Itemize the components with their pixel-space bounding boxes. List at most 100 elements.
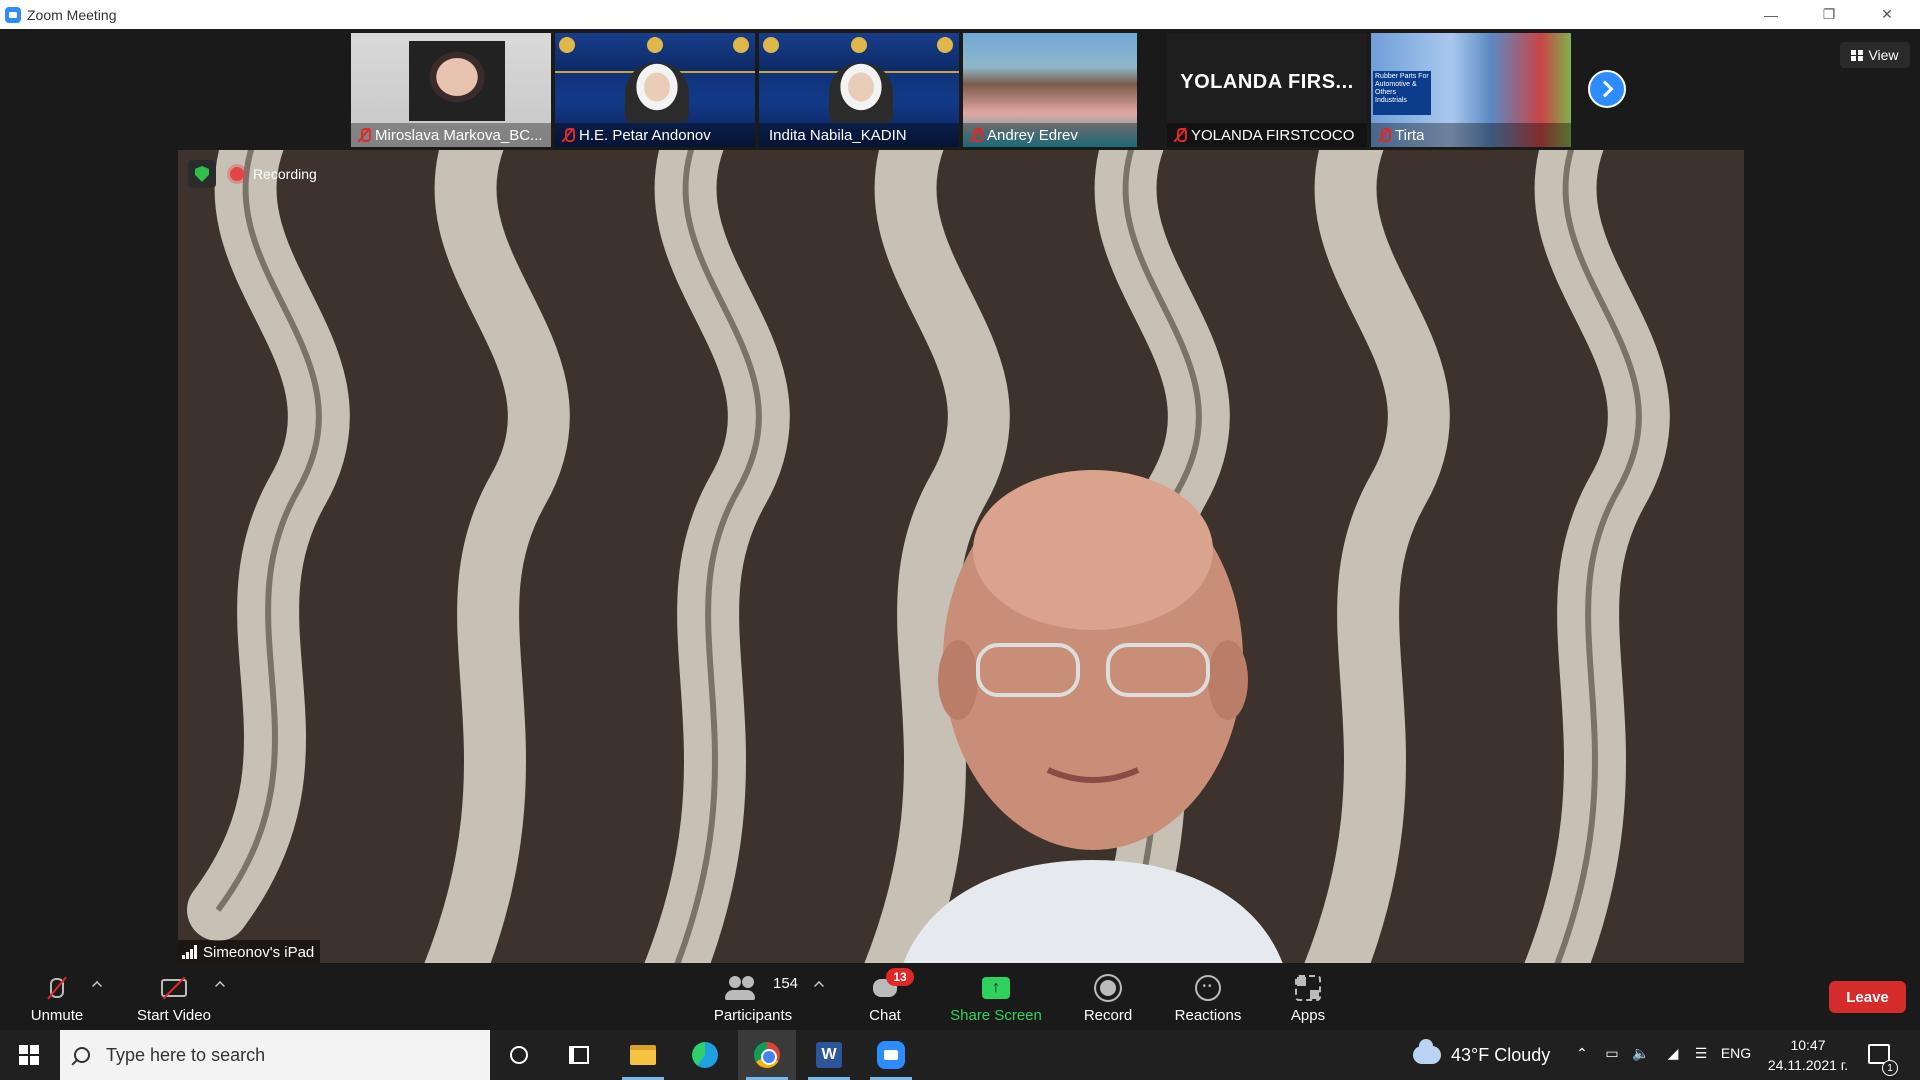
- restore-button[interactable]: ❐: [1800, 0, 1858, 29]
- view-button[interactable]: View: [1840, 42, 1910, 68]
- cortana-icon: [510, 1046, 528, 1064]
- zoom-app-icon: [5, 6, 21, 23]
- mic-muted-icon: [1377, 127, 1391, 143]
- participant-name-bar: H.E. Petar Andonov: [555, 123, 755, 147]
- record-button[interactable]: Record: [1080, 963, 1136, 1030]
- reactions-button[interactable]: Reactions: [1172, 963, 1244, 1030]
- file-explorer-button[interactable]: [614, 1030, 672, 1080]
- mic-muted-icon: [42, 974, 72, 1002]
- chrome-button[interactable]: [738, 1030, 796, 1080]
- reactions-label: Reactions: [1174, 1007, 1242, 1024]
- recording-indicator: Recording: [230, 166, 317, 182]
- participants-button[interactable]: Participants: [708, 963, 798, 1030]
- taskbar-search-box[interactable]: Type here to search: [60, 1030, 490, 1080]
- company-sign: Rubber Parts For Automotive & Others Ind…: [1373, 71, 1431, 115]
- battery-icon[interactable]: ▭: [1603, 1045, 1621, 1063]
- wifi-icon[interactable]: ◢: [1664, 1045, 1682, 1063]
- minimize-button[interactable]: —: [1742, 0, 1800, 29]
- participant-tile-miroslava[interactable]: Miroslava Markova_BC...: [351, 33, 551, 147]
- participant-tile-tirta[interactable]: Rubber Parts For Automotive & Others Ind…: [1371, 33, 1571, 147]
- participant-name: H.E. Petar Andonov: [579, 126, 711, 144]
- participant-tile-petar[interactable]: H.E. Petar Andonov: [555, 33, 755, 147]
- mic-muted-icon: [969, 127, 983, 143]
- start-button[interactable]: [0, 1030, 58, 1080]
- participants-options-caret-icon[interactable]: [814, 981, 824, 991]
- record-icon: [1093, 974, 1123, 1002]
- close-button[interactable]: ✕: [1858, 0, 1916, 29]
- edge-button[interactable]: [676, 1030, 734, 1080]
- speaker-name: Simeonov's iPad: [203, 943, 315, 961]
- next-page-arrow-icon[interactable]: [1588, 70, 1626, 108]
- tray-overflow-chevron-icon[interactable]: ⌃: [1573, 1045, 1591, 1063]
- view-button-label: View: [1868, 47, 1899, 63]
- participant-tile-indita[interactable]: Indita Nabila_KADIN: [759, 33, 959, 147]
- system-clock[interactable]: 10:47 24.11.2021 г.: [1763, 1035, 1853, 1075]
- participant-name: Andrey Edrev: [987, 126, 1078, 144]
- leave-button[interactable]: Leave: [1829, 981, 1906, 1013]
- speaker-name-bar: Simeonov's iPad: [178, 940, 321, 964]
- start-video-button[interactable]: Start Video: [128, 963, 220, 1030]
- crest-icon: [763, 37, 779, 53]
- share-screen-icon: [981, 974, 1011, 1002]
- participant-tile-yolanda[interactable]: YOLANDA FIRS... YOLANDA FIRSTCOCO: [1167, 33, 1367, 147]
- cortana-button[interactable]: [490, 1030, 548, 1080]
- participant-name-bar: YOLANDA FIRSTCOCO: [1167, 123, 1367, 147]
- apps-button[interactable]: Apps: [1286, 963, 1330, 1030]
- start-video-label: Start Video: [137, 1007, 211, 1024]
- participants-icon: [725, 974, 755, 1002]
- zoom-app-icon: [877, 1041, 905, 1069]
- speaker-volume-icon[interactable]: 🔈: [1632, 1045, 1650, 1063]
- signal-strength-icon: [182, 945, 198, 959]
- clock-time: 10:47: [1790, 1037, 1826, 1053]
- participants-count: 154: [773, 975, 799, 992]
- apps-icon: [1293, 974, 1323, 1002]
- participant-tile-andrey[interactable]: Andrey Edrev: [963, 33, 1137, 147]
- chat-icon: 13: [870, 968, 914, 1002]
- participant-name: Indita Nabila_KADIN: [769, 126, 907, 144]
- word-button[interactable]: W: [800, 1030, 858, 1080]
- grid-icon: [1851, 49, 1864, 61]
- crest-icon: [559, 37, 575, 53]
- task-view-button[interactable]: [550, 1030, 608, 1080]
- mic-muted-icon: [561, 127, 575, 143]
- weather-widget[interactable]: 43°F Cloudy: [1413, 1030, 1550, 1080]
- unmute-button[interactable]: Unmute: [22, 963, 92, 1030]
- crest-icon: [647, 37, 663, 53]
- search-icon: [74, 1047, 90, 1063]
- edge-browser-icon: [692, 1042, 718, 1068]
- audio-options-caret-icon[interactable]: [92, 981, 102, 991]
- crest-icon: [937, 37, 953, 53]
- language-indicator[interactable]: ENG: [1719, 1045, 1753, 1063]
- mic-muted-icon: [357, 127, 371, 143]
- participant-name: Miroslava Markova_BC...: [375, 126, 543, 144]
- search-placeholder: Type here to search: [106, 1044, 266, 1065]
- unmute-label: Unmute: [30, 1007, 84, 1024]
- windows-logo-icon: [19, 1045, 39, 1065]
- participant-name: Tirta: [1395, 126, 1425, 144]
- security-shield-icon[interactable]: [188, 160, 216, 188]
- participants-label: Participants: [713, 1007, 793, 1024]
- participant-name-bar: Miroslava Markova_BC...: [351, 123, 551, 147]
- participant-video: [409, 41, 505, 121]
- chat-label: Chat: [869, 1007, 901, 1024]
- zoom-taskbar-button[interactable]: [862, 1030, 920, 1080]
- weather-text: 43°F Cloudy: [1451, 1044, 1551, 1065]
- participant-name-bar: Andrey Edrev: [963, 123, 1137, 147]
- recording-dot-icon: [230, 167, 244, 181]
- record-label: Record: [1083, 1007, 1133, 1024]
- notification-count-badge: 1: [1882, 1060, 1898, 1076]
- recording-label: Recording: [253, 166, 317, 182]
- microphone-icon[interactable]: ☰: [1692, 1045, 1710, 1063]
- participant-video: [829, 63, 893, 123]
- chrome-browser-icon: [754, 1042, 780, 1068]
- chat-unread-badge: 13: [886, 968, 914, 986]
- participant-name-bar: Indita Nabila_KADIN: [759, 123, 959, 147]
- crest-icon: [733, 37, 749, 53]
- share-screen-button[interactable]: Share Screen: [948, 963, 1044, 1030]
- chat-button[interactable]: 13 Chat: [860, 963, 914, 1030]
- participant-video: [625, 63, 689, 123]
- folder-icon: [630, 1045, 656, 1065]
- windows-taskbar: Type here to search W 43°F Cloudy ⌃ ▭ 🔈 …: [0, 1030, 1920, 1080]
- window-title: Zoom Meeting: [27, 6, 117, 23]
- speaker-figure: [903, 470, 1283, 964]
